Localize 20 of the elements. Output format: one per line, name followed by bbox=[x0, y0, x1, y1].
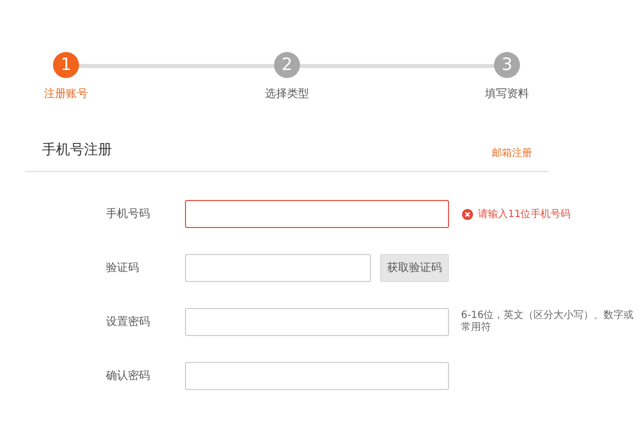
input-field[interactable] bbox=[185, 254, 371, 282]
field-label: 验证码 bbox=[105, 260, 140, 276]
field-label: 设置密码 bbox=[105, 314, 151, 330]
input-field[interactable] bbox=[185, 308, 449, 336]
field-label: 手机号码 bbox=[105, 206, 151, 222]
get-code-button[interactable]: 获取验证码 bbox=[380, 254, 449, 282]
email-register-link[interactable]: 邮箱注册 bbox=[492, 146, 532, 161]
step-label: 选择类型 bbox=[265, 86, 309, 102]
step-number: 2 bbox=[274, 52, 300, 78]
input-field[interactable] bbox=[185, 200, 449, 228]
step-number: 1 bbox=[53, 52, 79, 78]
field-label: 确认密码 bbox=[105, 368, 151, 384]
input-field[interactable] bbox=[185, 362, 449, 390]
form-title: 手机号注册 bbox=[42, 141, 112, 160]
error-icon bbox=[462, 208, 473, 220]
step-label: 填写资料 bbox=[485, 86, 529, 102]
step-number: 3 bbox=[494, 52, 520, 78]
step-label: 注册账号 bbox=[44, 86, 88, 102]
error-message: 请输入11位手机号码 bbox=[478, 208, 571, 222]
password-hint: 6-16位，英文（区分大小写）、数字或常用符 bbox=[461, 310, 635, 334]
